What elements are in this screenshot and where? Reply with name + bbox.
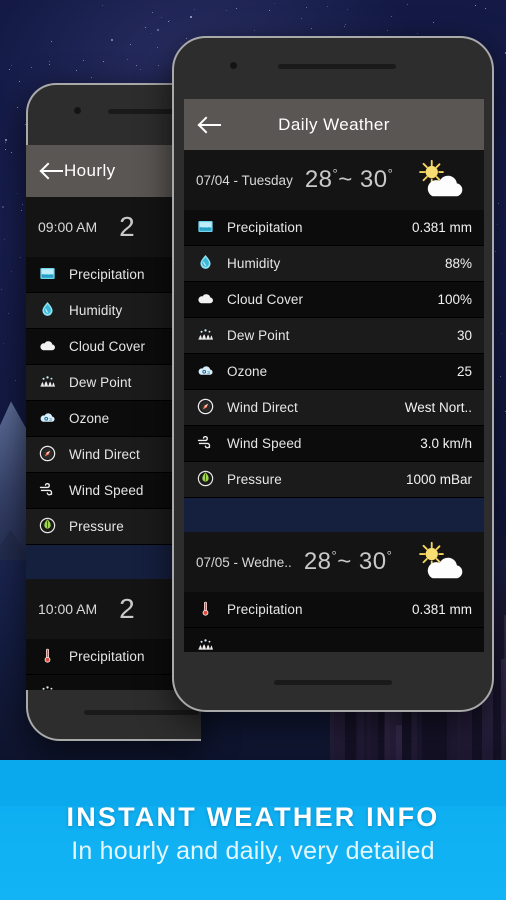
earpiece-speaker — [278, 64, 396, 69]
temperature-icon — [196, 599, 218, 621]
dew-point-icon — [196, 325, 218, 347]
cloud-cover-icon — [38, 336, 60, 358]
detail-row[interactable]: 3 Ozone 25 — [184, 354, 484, 390]
detail-row-value: 0.381 mm — [411, 220, 472, 235]
day-temperature-range: 28°~ 30° — [304, 166, 394, 193]
detail-row[interactable]: Precipitation 0.381 mm — [184, 592, 484, 628]
detail-row-label: Wind Speed — [69, 483, 144, 498]
day-date: 07/05 - Wedne.. — [196, 554, 292, 570]
page-title: Daily Weather — [278, 114, 390, 134]
ozone-icon: 3 — [196, 361, 218, 383]
detail-row[interactable]: Pressure 1000 mBar — [184, 462, 484, 498]
hour-temperature: 2 — [119, 211, 136, 242]
front-camera-icon — [74, 107, 81, 114]
detail-row-label: Pressure — [227, 472, 282, 487]
sun-behind-cloud-icon — [414, 540, 472, 584]
day-date: 07/04 - Tuesday — [196, 172, 293, 188]
detail-row-label: Pressure — [69, 519, 124, 534]
detail-row-label: Humidity — [227, 256, 281, 271]
detail-row[interactable]: Wind Direct West Nort.. — [184, 390, 484, 426]
wind-speed-icon — [38, 480, 60, 502]
detail-row-value: 88% — [444, 256, 472, 271]
humidity-icon — [38, 300, 60, 322]
dew-point-icon — [38, 372, 60, 394]
day-header[interactable]: 07/05 - Wedne.. 28°~ 30° — [184, 532, 484, 592]
detail-row[interactable]: Dew Point 30 — [184, 318, 484, 354]
detail-row-label: Cloud Cover — [69, 339, 146, 354]
detail-row-label: Humidity — [69, 303, 123, 318]
pressure-icon — [196, 469, 218, 491]
home-bar — [274, 680, 392, 685]
detail-row-label: Wind Direct — [227, 400, 298, 415]
detail-row-label: Dew Point — [227, 328, 290, 343]
day-separator — [184, 498, 484, 532]
daily-weather-screen: Daily Weather 07/04 - Tuesday 28°~ 30° Pr… — [184, 99, 484, 652]
dew-point-icon — [38, 682, 60, 691]
detail-row-label: Ozone — [227, 364, 268, 379]
detail-row-value: 30 — [456, 328, 472, 343]
dew-point-icon — [196, 635, 218, 653]
detail-row-label: Precipitation — [227, 602, 303, 617]
detail-row[interactable]: Wind Speed 3.0 km/h — [184, 426, 484, 462]
humidity-icon — [196, 253, 218, 275]
detail-row[interactable]: Precipitation 0.381 mm — [184, 210, 484, 246]
sun-behind-cloud-icon — [414, 158, 472, 202]
detail-row-label: Wind Speed — [227, 436, 302, 451]
detail-row-label: Dew Point — [69, 375, 132, 390]
detail-row-label: Precipitation — [69, 649, 145, 664]
detail-row-label: Wind Direct — [69, 447, 140, 462]
hour-time: 09:00 AM — [38, 219, 98, 235]
hour-temperature: 2 — [119, 593, 136, 624]
svg-text:3: 3 — [49, 416, 52, 422]
svg-text:3: 3 — [207, 369, 210, 375]
detail-row-label: Precipitation — [69, 267, 145, 282]
detail-row-value: 25 — [456, 364, 472, 379]
daily-list[interactable]: 07/04 - Tuesday 28°~ 30° Precipitation 0.3… — [184, 150, 484, 652]
precipitation-icon — [196, 217, 218, 239]
detail-row-value: 1000 mBar — [405, 472, 472, 487]
wind-speed-icon — [196, 433, 218, 455]
ozone-icon: 3 — [38, 408, 60, 430]
banner-title: INSTANT WEATHER INFO — [66, 802, 440, 832]
phone-front-device: Daily Weather 07/04 - Tuesday 28°~ 30° Pr… — [172, 36, 494, 712]
detail-row-value: 3.0 km/h — [420, 436, 472, 451]
hour-time: 10:00 AM — [38, 601, 98, 617]
detail-row-partial[interactable] — [184, 628, 484, 652]
home-bar — [84, 710, 199, 715]
cloud-cover-icon — [196, 289, 218, 311]
back-arrow-icon[interactable] — [40, 158, 66, 184]
detail-row-label: Cloud Cover — [227, 292, 304, 307]
daily-appbar: Daily Weather — [184, 99, 484, 150]
detail-row-label: Ozone — [69, 411, 110, 426]
detail-row[interactable]: Cloud Cover 100% — [184, 282, 484, 318]
wind-direct-icon — [196, 397, 218, 419]
wind-direct-icon — [38, 444, 60, 466]
promo-banner: INSTANT WEATHER INFO In hourly and daily… — [0, 760, 506, 900]
hourly-title: Hourly — [64, 161, 116, 180]
day-temperature-range: 28°~ 30° — [303, 548, 393, 575]
front-camera-icon — [230, 62, 237, 69]
detail-row-value: West Nort.. — [404, 400, 472, 415]
detail-row[interactable]: Humidity 88% — [184, 246, 484, 282]
banner-subtitle: In hourly and daily, very detailed — [71, 837, 435, 865]
pressure-icon — [38, 516, 60, 538]
back-arrow-icon[interactable] — [198, 112, 224, 138]
detail-row-label: Precipitation — [227, 220, 303, 235]
day-header[interactable]: 07/04 - Tuesday 28°~ 30° — [184, 150, 484, 210]
detail-row-value: 0.381 mm — [411, 602, 472, 617]
detail-row-value: 100% — [437, 292, 472, 307]
precipitation-icon — [38, 264, 60, 286]
temperature-icon — [38, 646, 60, 668]
